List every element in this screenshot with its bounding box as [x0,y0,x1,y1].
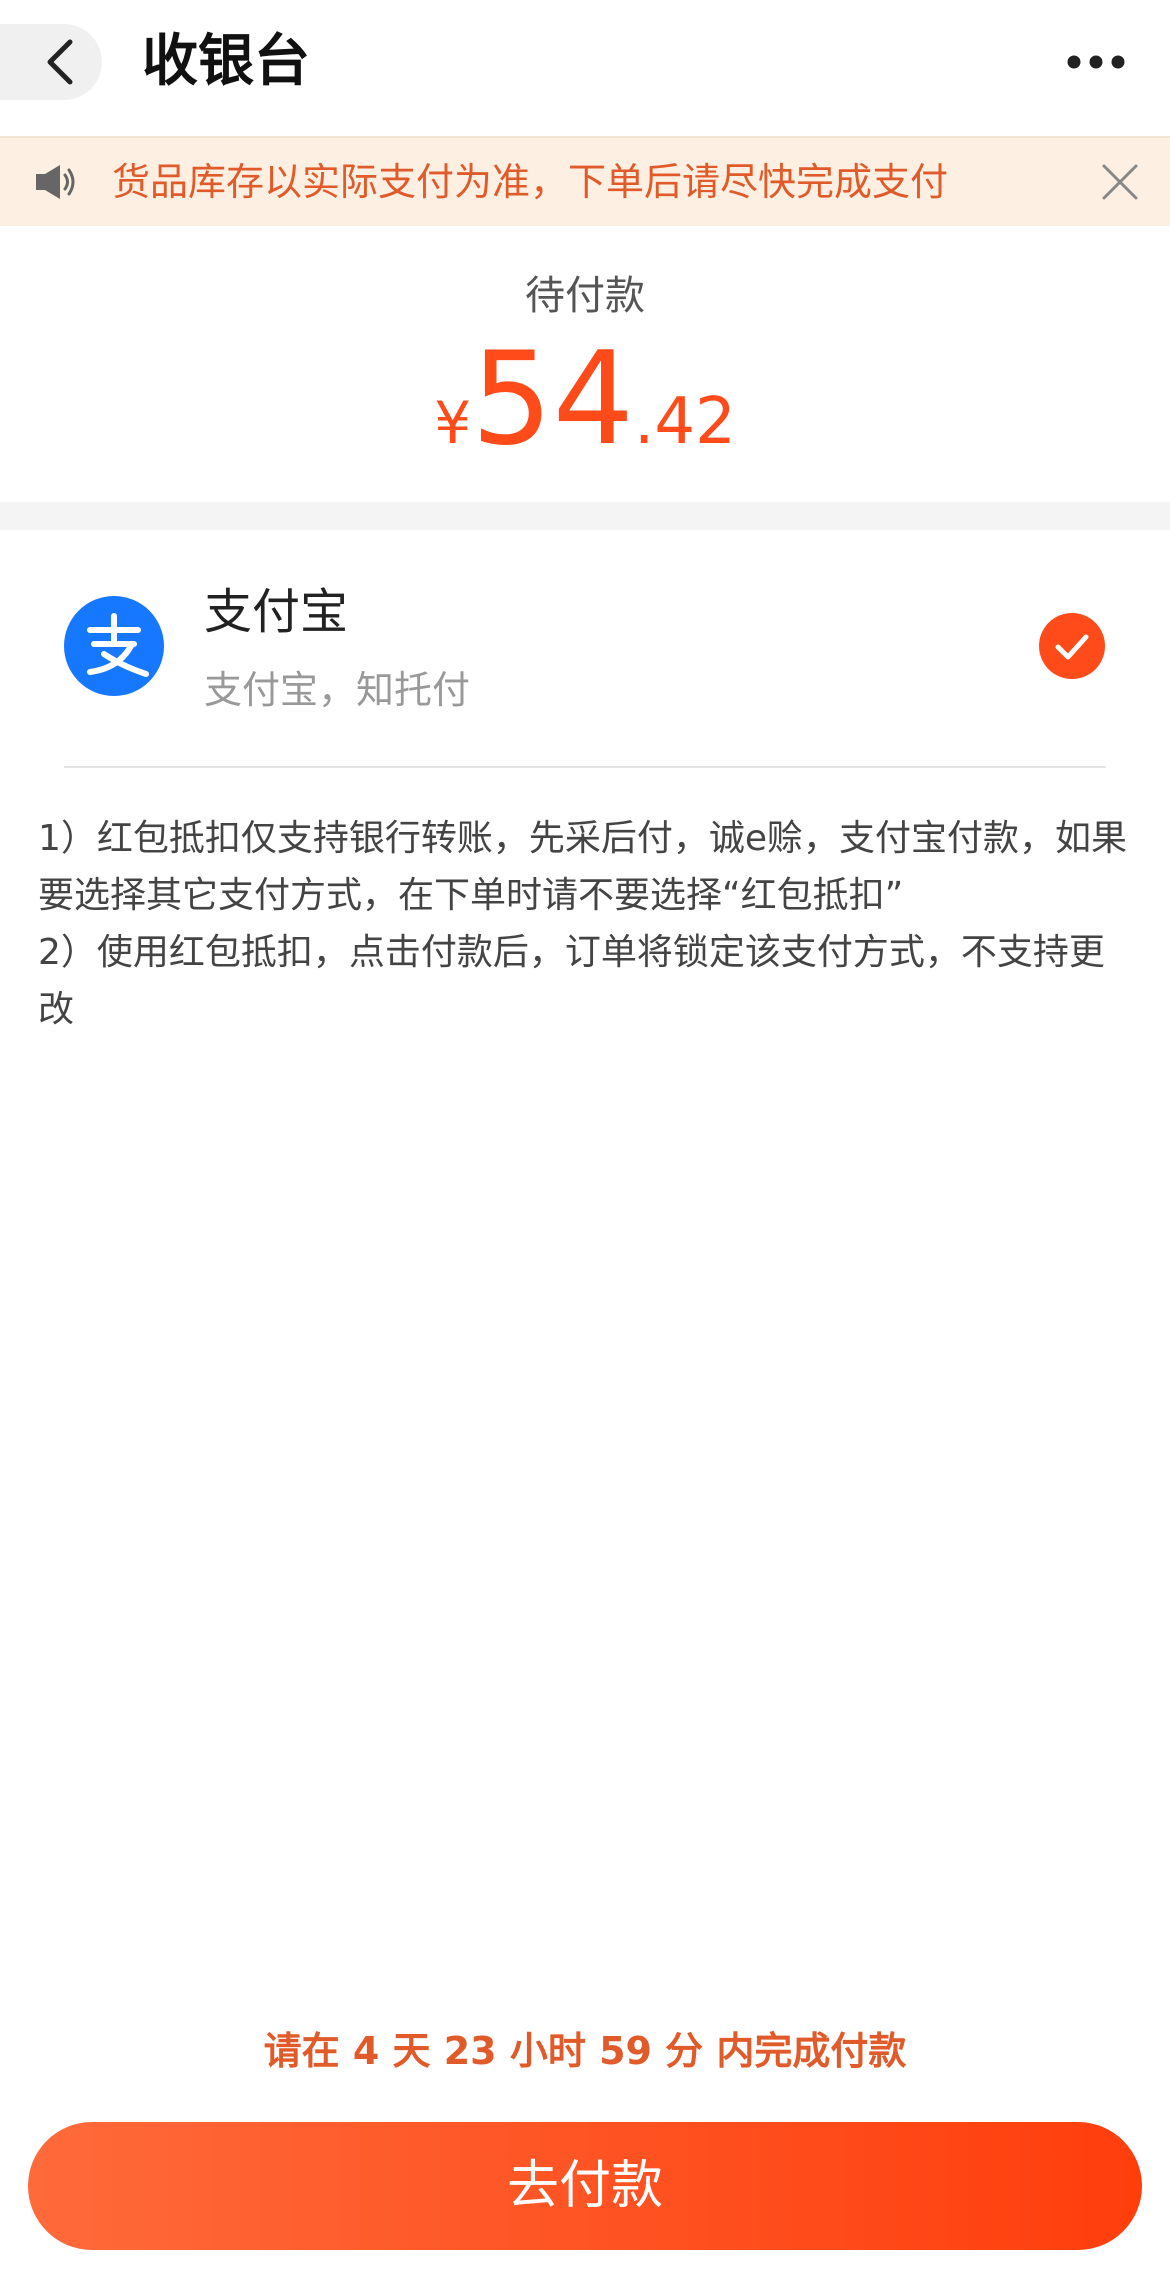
check-circle-icon[interactable] [1038,612,1106,680]
amount-currency: ¥ [434,389,472,457]
note-item: 1）红包抵扣仅支持银行转账，先采后付，诚e赊，支付宝付款，如果要选择其它支付方式… [38,818,1128,916]
amount-section: 待付款 ¥54.42 [0,226,1170,502]
notice-bar: 货品库存以实际支付为准，下单后请尽快完成支付 [0,136,1170,226]
more-options-icon[interactable] [1066,54,1126,70]
payment-method-subtitle: 支付宝，知托付 [204,668,471,712]
chevron-left-icon[interactable] [40,36,80,88]
header-bar: 收银台 [0,0,1170,136]
section-divider [0,502,1170,530]
payment-method-name: 支付宝 [204,584,349,640]
page-title: 收银台 [142,29,310,94]
amount-value: ¥54.42 [0,334,1170,466]
payment-countdown: 请在 4 天 23 小时 59 分 内完成付款 [263,2029,907,2073]
payment-notes: 1）红包抵扣仅支持银行转账，先采后付，诚e赊，支付宝付款，如果要选择其它支付方式… [38,810,1138,1038]
payment-method-alipay[interactable]: 支付宝 支付宝，知托付 [0,530,1170,768]
pay-button[interactable]: 去付款 [28,2122,1142,2250]
close-icon[interactable] [1100,162,1140,202]
amount-integer: 54 [471,325,634,474]
alipay-logo-icon [64,596,164,696]
amount-decimal: .42 [634,385,736,459]
speaker-icon [36,165,75,199]
amount-label: 待付款 [525,273,645,319]
payment-divider [64,766,1106,768]
note-item: 2）使用红包抵扣，点击付款后，订单将锁定该支付方式，不支持更改 [38,932,1105,1030]
notice-text: 货品库存以实际支付为准，下单后请尽快完成支付 [112,160,949,204]
